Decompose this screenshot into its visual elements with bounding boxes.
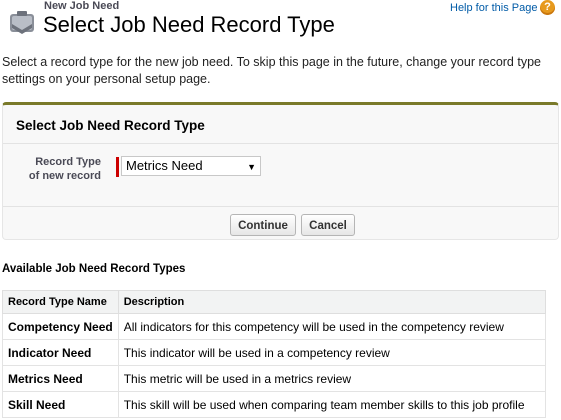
help-icon[interactable]: ?: [540, 0, 555, 15]
column-header-name: Record Type Name: [2, 290, 119, 314]
record-type-label: Record Type of new record: [13, 155, 101, 183]
table-row: Indicator Need This indicator will be us…: [2, 339, 547, 366]
table-row: Competency Need All indicators for this …: [2, 313, 547, 340]
record-type-select-value: Metrics Need: [126, 158, 203, 173]
help-link[interactable]: Help for this Page: [450, 2, 537, 14]
record-type-select[interactable]: Metrics Need ▼: [121, 156, 261, 176]
chevron-down-icon: ▼: [247, 162, 256, 172]
page-eyebrow: New Job Need: [44, 0, 120, 12]
record-type-name: Skill Need: [2, 391, 119, 418]
continue-button[interactable]: Continue: [230, 214, 296, 236]
record-type-label-line2: of new record: [28, 170, 101, 182]
record-types-table: Record Type Name Description Competency …: [2, 290, 547, 418]
table-row: Skill Need This skill will be used when …: [2, 391, 547, 418]
panel-divider: [3, 206, 558, 207]
record-type-label-line1: Record Type: [35, 156, 101, 168]
record-type-description: This skill will be used when comparing t…: [117, 391, 547, 418]
page-title: Select Job Need Record Type: [43, 12, 335, 37]
column-header-description: Description: [117, 290, 547, 314]
table-header-row: Record Type Name Description: [2, 290, 547, 314]
record-type-panel: Select Job Need Record Type Record Type …: [2, 102, 559, 240]
table-row: Metrics Need This metric will be used in…: [2, 365, 547, 392]
record-type-description: All indicators for this competency will …: [117, 313, 547, 340]
record-type-description: This metric will be used in a metrics re…: [117, 365, 547, 392]
intro-text: Select a record type for the new job nee…: [2, 55, 541, 86]
job-need-icon: [10, 11, 34, 34]
record-type-name: Competency Need: [2, 313, 119, 340]
record-type-name: Indicator Need: [2, 339, 119, 366]
cancel-button[interactable]: Cancel: [301, 214, 355, 236]
available-types-heading: Available Job Need Record Types: [2, 263, 186, 275]
panel-title: Select Job Need Record Type: [16, 118, 205, 133]
record-type-description: This indicator will be used in a compete…: [117, 339, 547, 366]
required-indicator: [116, 157, 119, 177]
record-type-name: Metrics Need: [2, 365, 119, 392]
